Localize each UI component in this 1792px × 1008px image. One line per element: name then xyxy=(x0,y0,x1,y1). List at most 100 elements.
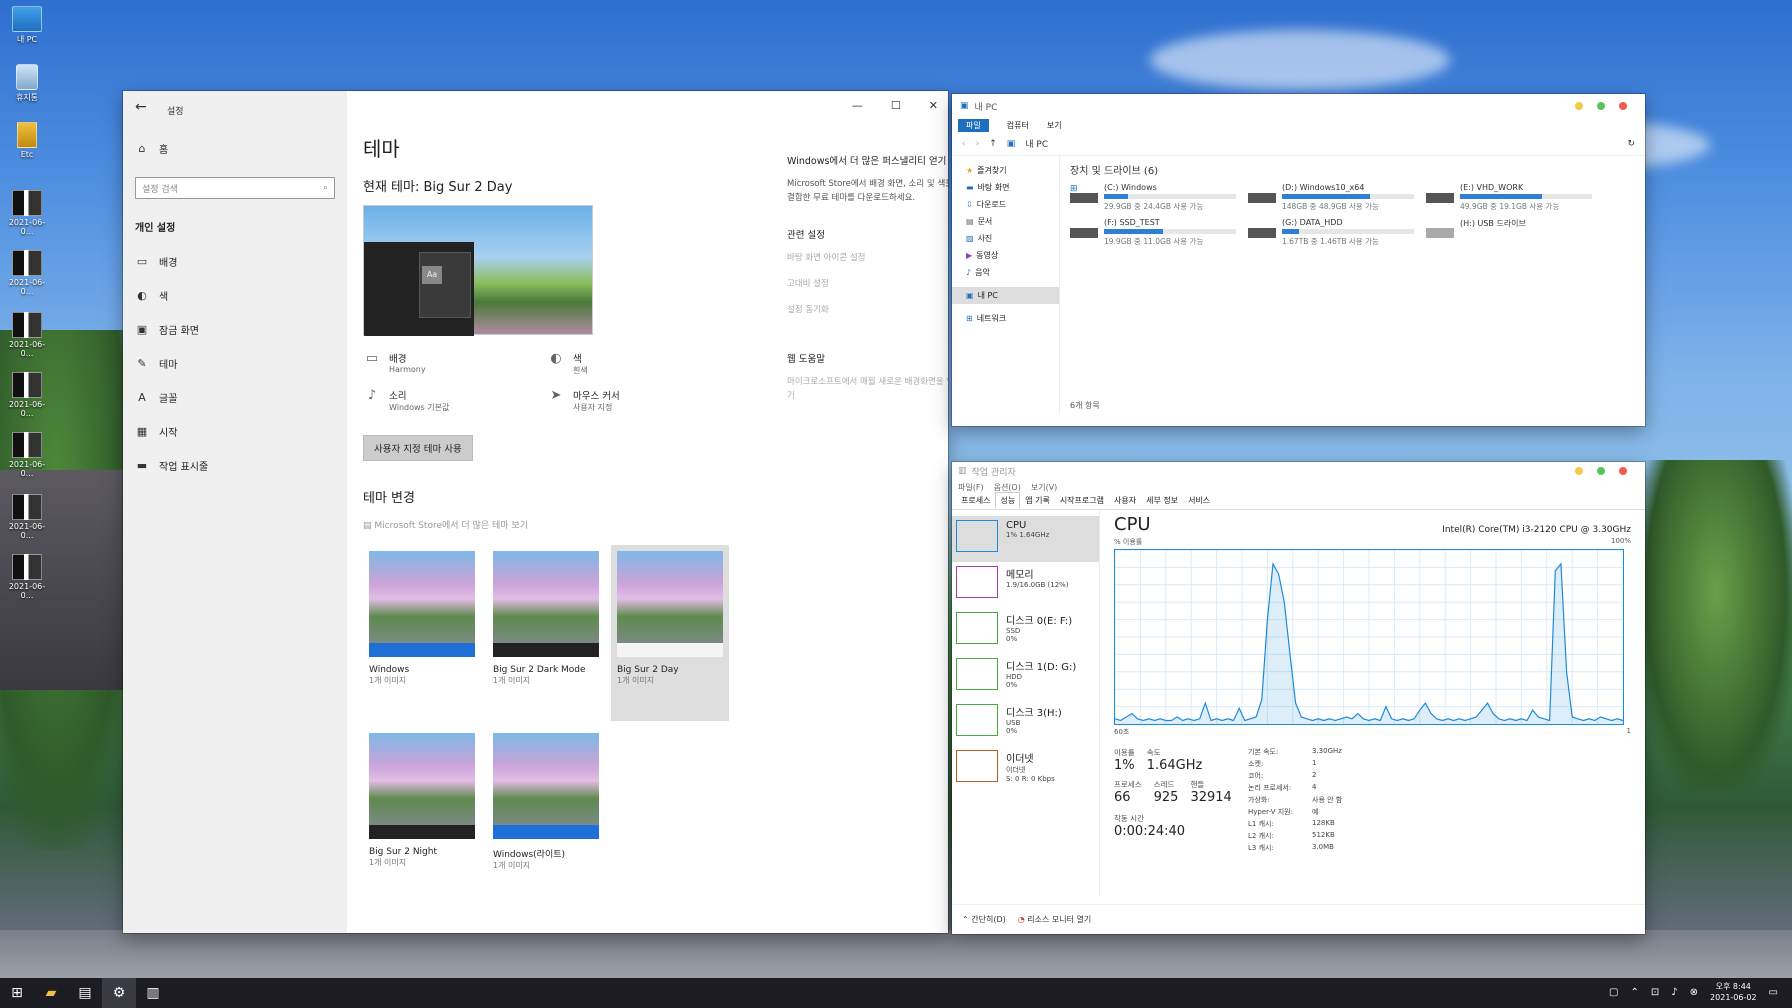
sidebar-item-background[interactable]: ▭ 배경 xyxy=(135,244,335,278)
link-sync-settings[interactable]: 설정 동기화 xyxy=(787,303,948,315)
drive-item[interactable]: (E:) VHD_WORK 49.9GB 중 19.1GB 사용 가능 xyxy=(1426,183,1604,212)
minimize-button[interactable] xyxy=(1575,467,1583,475)
sidebar-item-color[interactable]: ◐ 색 xyxy=(135,278,335,312)
explorer-titlebar: ▣ 내 PC xyxy=(952,94,1645,118)
nav-item-documents[interactable]: ▤ 문서 xyxy=(966,213,1059,230)
resource-item[interactable]: 디스크 0(E: F:) SSD 0% xyxy=(952,608,1099,654)
menu-view[interactable]: 보기(V) xyxy=(1031,482,1057,493)
web-help-link[interactable]: 마이크로소프트에서 매월 새로운 배경화면을 얻기 xyxy=(787,375,948,403)
minimize-button[interactable]: — xyxy=(852,99,863,112)
sidebar-item-fonts[interactable]: A 글꼴 xyxy=(135,380,335,414)
resource-item[interactable]: 디스크 1(D: G:) HDD 0% xyxy=(952,654,1099,700)
nav-item-desktop[interactable]: ▬ 바탕 화면 xyxy=(966,179,1059,196)
close-button[interactable] xyxy=(1619,102,1627,110)
desktop-icon-screenshot[interactable]: 2021-06-0... xyxy=(6,312,48,358)
refresh-icon[interactable]: ↻ xyxy=(1627,139,1635,149)
tab-processes[interactable]: 프로세스 xyxy=(956,492,995,509)
minimize-button[interactable] xyxy=(1575,102,1583,110)
resource-monitor-link[interactable]: ◔ 리소스 모니터 열기 xyxy=(1018,914,1092,925)
settings-home[interactable]: ⌂ 홈 xyxy=(135,131,335,165)
sidebar-item-taskbar[interactable]: ▬ 작업 표시줄 xyxy=(135,448,335,482)
fewer-details-button[interactable]: ⌃ 간단히(D) xyxy=(962,914,1006,925)
resource-item[interactable]: 이더넷 이더넷 S: 0 R: 0 Kbps xyxy=(952,746,1099,792)
menu-file[interactable]: 파일(F) xyxy=(958,482,984,493)
desktop-icon-my-pc[interactable]: 내 PC xyxy=(6,6,48,45)
ribbon-tab-view[interactable]: 보기 xyxy=(1047,120,1062,131)
nav-item-favorites[interactable]: ★ 즐겨찾기 xyxy=(966,162,1059,179)
drive-item[interactable]: (G:) DATA_HDD 1.67TB 중 1.46TB 사용 가능 xyxy=(1248,218,1426,247)
desktop-icon-screenshot[interactable]: 2021-06-0... xyxy=(6,372,48,418)
close-button[interactable] xyxy=(1619,467,1627,475)
menu-options[interactable]: 옵션(O) xyxy=(994,482,1021,493)
sidebar-item-lock-screen[interactable]: ▣ 잠금 화면 xyxy=(135,312,335,346)
start-button[interactable]: ⊞ xyxy=(0,978,34,1008)
taskbar-store[interactable]: ▤ xyxy=(68,978,102,1008)
store-themes-link[interactable]: ▤ Microsoft Store에서 더 많은 테마 보기 xyxy=(363,518,932,531)
prop-mouse-cursor[interactable]: ➤ 마우스 커서 사용자 지정 xyxy=(547,388,731,413)
forward-arrow-icon[interactable]: › xyxy=(976,139,980,149)
resource-item[interactable]: 디스크 3(H:) USB 0% xyxy=(952,700,1099,746)
sidebar-item-themes[interactable]: ✎ 테마 xyxy=(135,346,335,380)
theme-big-sur-2-dark[interactable]: Big Sur 2 Dark Mode 1개 이미지 xyxy=(487,545,605,721)
sidebar-item-start[interactable]: ▦ 시작 xyxy=(135,414,335,448)
theme-big-sur-2-day[interactable]: Big Sur 2 Day 1개 이미지 xyxy=(611,545,729,721)
desktop-icon-screenshot[interactable]: 2021-06-0... xyxy=(6,494,48,540)
link-high-contrast-settings[interactable]: 고대비 설정 xyxy=(787,277,948,289)
ime-icon[interactable]: ⊗ xyxy=(1690,987,1698,998)
tray-box-icon[interactable]: ▢ xyxy=(1609,987,1618,998)
nav-item-pictures[interactable]: ▨ 사진 xyxy=(966,230,1059,247)
nav-item-videos[interactable]: ▶ 동영상 xyxy=(966,247,1059,264)
tab-users[interactable]: 사용자 xyxy=(1109,492,1141,509)
taskbar-clock[interactable]: 오후 8:44 2021-06-02 xyxy=(1710,981,1757,1003)
chevron-up-icon[interactable]: ⌃ xyxy=(1630,987,1638,998)
address-bar[interactable]: ‹ › ↑ ▣ 내 PC ↻ xyxy=(952,132,1645,156)
drive-item[interactable]: (F:) SSD_TEST 19.9GB 중 11.0GB 사용 가능 xyxy=(1070,218,1248,247)
tab-app-history[interactable]: 앱 기록 xyxy=(1020,492,1055,509)
desktop-icon-screenshot[interactable]: 2021-06-0... xyxy=(6,554,48,600)
theme-big-sur-2-night[interactable]: Big Sur 2 Night 1개 이미지 xyxy=(363,727,481,903)
nav-item-downloads[interactable]: ⇩ 다운로드 xyxy=(966,196,1059,213)
desktop-icon-screenshot[interactable]: 2021-06-0... xyxy=(6,190,48,236)
desktop-icon-screenshot[interactable]: 2021-06-0... xyxy=(6,250,48,296)
settings-section-title: 개인 설정 xyxy=(135,223,176,234)
desktop-icon-etc[interactable]: Etc xyxy=(6,122,48,159)
notification-icon[interactable]: ▭ xyxy=(1769,987,1778,998)
maximize-button[interactable]: ☐ xyxy=(891,99,901,112)
settings-search-input[interactable]: 설정 검색 ⌕ xyxy=(135,177,335,199)
taskbar-task-manager[interactable]: ▥ xyxy=(136,978,170,1008)
theme-windows-light[interactable]: Windows(라이트) 1개 이미지 xyxy=(487,727,605,903)
ribbon-tab-file[interactable]: 파일 xyxy=(958,118,989,132)
taskbar-settings[interactable]: ⚙ xyxy=(102,978,136,1008)
drive-item[interactable]: ⊞ (C:) Windows 29.9GB 중 24.4GB 사용 가능 xyxy=(1070,183,1248,212)
resource-mini-graph xyxy=(956,566,998,598)
taskbar-explorer[interactable]: ▰ xyxy=(34,978,68,1008)
back-arrow-icon[interactable]: ‹ xyxy=(962,139,966,149)
resource-item[interactable]: CPU 1% 1.64GHz xyxy=(952,516,1099,562)
resource-item[interactable]: 메모리 1.9/16.0GB (12%) xyxy=(952,562,1099,608)
tab-startup[interactable]: 시작프로그램 xyxy=(1055,492,1109,509)
maximize-button[interactable] xyxy=(1597,102,1605,110)
maximize-button[interactable] xyxy=(1597,467,1605,475)
desktop-icon-screenshot[interactable]: 2021-06-0... xyxy=(6,432,48,478)
save-theme-button[interactable]: 사용자 지정 테마 사용 xyxy=(363,435,473,461)
desktop-icon-recycle-bin[interactable]: 휴지통 xyxy=(6,64,48,103)
theme-windows[interactable]: Windows 1개 이미지 xyxy=(363,545,481,721)
speaker-icon[interactable]: ♪ xyxy=(1671,987,1677,998)
prop-background[interactable]: ▭ 배경 Harmony xyxy=(363,351,547,376)
back-arrow-icon[interactable]: ← xyxy=(135,99,335,115)
ribbon-tab-computer[interactable]: 컴퓨터 xyxy=(1007,120,1029,131)
up-arrow-icon[interactable]: ↑ xyxy=(989,139,997,149)
close-button[interactable]: ✕ xyxy=(929,99,938,112)
prop-sound[interactable]: ♪ 소리 Windows 기본값 xyxy=(363,388,547,413)
link-desktop-icon-settings[interactable]: 바탕 화면 아이콘 설정 xyxy=(787,251,948,263)
tab-performance[interactable]: 성능 xyxy=(995,492,1021,509)
network-icon[interactable]: ⊡ xyxy=(1651,987,1659,998)
nav-item-this-pc[interactable]: ▣ 내 PC xyxy=(952,287,1059,304)
nav-item-network[interactable]: ⊞ 네트워크 xyxy=(966,310,1059,327)
tab-services[interactable]: 서비스 xyxy=(1183,492,1215,509)
tab-details[interactable]: 세부 정보 xyxy=(1141,492,1183,509)
drive-item[interactable]: (D:) Windows10_x64 148GB 중 48.9GB 사용 가능 xyxy=(1248,183,1426,212)
drive-item[interactable]: (H:) USB 드라이브 xyxy=(1426,218,1604,247)
prop-color[interactable]: ◐ 색 흰색 xyxy=(547,351,731,376)
nav-item-music[interactable]: ♪ 음악 xyxy=(966,264,1059,281)
